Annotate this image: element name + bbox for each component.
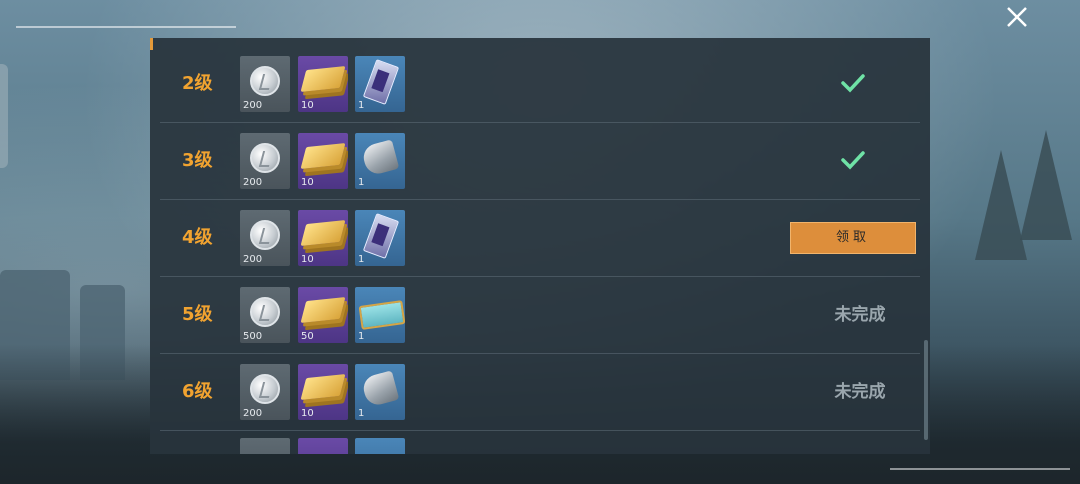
level-label: 3级 [182,150,213,171]
reward-item[interactable]: 10 [298,210,348,266]
gold-tickets-icon [300,66,346,92]
reward-row: 6级 200 10 1 未完成 [160,354,920,431]
reward-item[interactable]: 1 [355,56,405,112]
panel-accent [150,38,153,50]
gold-tickets-icon [300,143,346,169]
level-label: 5级 [182,304,213,325]
item-count: 1 [358,177,365,188]
item-count: 10 [301,408,314,419]
item-count: 1 [358,408,365,419]
item-count: 10 [301,254,314,265]
silver-coin-icon [250,374,280,404]
silver-coin-icon [250,220,280,250]
checkmark-icon [841,74,865,93]
card-icon [362,213,400,259]
item-count: 1 [358,331,365,342]
scrollbar[interactable] [924,340,928,440]
close-button[interactable] [1004,4,1030,30]
armor-plate-icon [360,139,400,177]
reward-item[interactable]: 200 [240,56,290,112]
reward-slot [355,438,405,454]
reward-item[interactable]: 1 [355,364,405,420]
item-count: 1 [358,100,365,111]
left-side-tab[interactable] [0,64,8,168]
background-tree [1020,130,1072,240]
item-count: 50 [301,331,314,342]
reward-item[interactable]: 500 [240,287,290,343]
level-label: 4级 [182,227,213,248]
gold-tickets-icon [300,220,346,246]
silver-coin-icon [250,143,280,173]
silver-coin-icon [250,66,280,96]
item-count: 200 [243,408,263,419]
reward-item[interactable]: 200 [240,364,290,420]
reward-panel: 2级 200 10 1 3级 200 10 1 4级 200 10 1 领取 5级 500 50 1 未完成 6级 2… [150,38,930,454]
close-icon [1007,7,1027,27]
reward-item[interactable]: 50 [298,287,348,343]
reward-item[interactable]: 200 [240,210,290,266]
checkmark-icon [841,151,865,170]
reward-item[interactable]: 1 [355,287,405,343]
bottom-decor-line [890,468,1070,470]
reward-item[interactable]: 1 [355,133,405,189]
incomplete-status: 未完成 [834,382,886,402]
reward-item[interactable]: 200 [240,133,290,189]
reward-item[interactable]: 1 [355,210,405,266]
reward-row: 4级 200 10 1 领取 [160,200,920,277]
supply-crate-icon [358,300,405,330]
reward-slot [298,438,348,454]
card-icon [362,59,400,105]
item-count: 500 [243,331,263,342]
item-count: 200 [243,254,263,265]
incomplete-status: 未完成 [834,305,886,325]
item-count: 10 [301,100,314,111]
item-count: 10 [301,177,314,188]
armor-plate-icon [360,370,400,408]
reward-item[interactable]: 10 [298,364,348,420]
item-count: 200 [243,177,263,188]
reward-item[interactable]: 10 [298,56,348,112]
gold-tickets-icon [300,297,346,323]
item-count: 1 [358,254,365,265]
reward-slot [240,438,290,454]
silver-coin-icon [250,297,280,327]
partial-row [160,428,920,454]
level-label: 6级 [182,381,213,402]
reward-row: 2级 200 10 1 [160,46,920,123]
reward-row: 3级 200 10 1 [160,123,920,200]
reward-item[interactable]: 10 [298,133,348,189]
item-count: 200 [243,100,263,111]
gold-tickets-icon [300,374,346,400]
top-decor-line [16,26,236,28]
level-label: 2级 [182,73,213,94]
claim-button[interactable]: 领取 [790,222,916,254]
reward-row: 5级 500 50 1 未完成 [160,277,920,354]
